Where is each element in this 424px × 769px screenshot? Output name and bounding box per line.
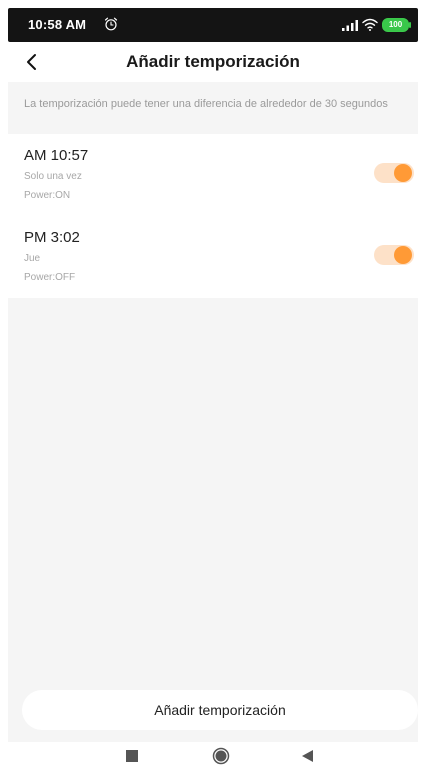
timer-power-action: Power:OFF: [24, 272, 76, 283]
add-timer-button[interactable]: Añadir temporización: [22, 690, 418, 730]
signal-icon: [342, 20, 358, 31]
chevron-left-icon[interactable]: [20, 50, 44, 74]
page-title: Añadir temporización: [126, 52, 300, 71]
alarm-clock-icon: [104, 17, 118, 31]
toggle-knob: [394, 246, 412, 264]
header: Añadir temporización: [8, 42, 418, 82]
battery-level: 100: [388, 20, 403, 29]
toggle-knob: [394, 164, 412, 182]
recent-apps-icon[interactable]: [126, 750, 138, 762]
timer-row[interactable]: PM 3:02 Jue Power:OFF: [8, 216, 418, 298]
timer-list: AM 10:57 Solo una vez Power:ON PM 3:02 J…: [8, 134, 418, 298]
back-icon[interactable]: [300, 749, 314, 763]
timer-enable-toggle[interactable]: [374, 163, 414, 183]
timing-notice: La temporización puede tener una diferen…: [24, 98, 388, 110]
wifi-icon: [362, 18, 378, 31]
timer-time: AM 10:57: [24, 147, 89, 164]
timer-power-action: Power:ON: [24, 190, 71, 201]
navigation-bar: [8, 742, 418, 769]
battery-icon: 100: [382, 18, 412, 32]
timer-repeat: Jue: [24, 253, 41, 264]
status-time: 10:58 AM: [28, 17, 87, 32]
timer-enable-toggle[interactable]: [374, 245, 414, 265]
app-frame: 10:58 AM 100 Añadir temporización La tem…: [0, 0, 424, 769]
home-icon[interactable]: [212, 747, 230, 765]
timer-row[interactable]: AM 10:57 Solo una vez Power:ON: [8, 134, 418, 216]
content-area: La temporización puede tener una diferen…: [8, 82, 418, 742]
timer-time: PM 3:02: [24, 229, 80, 246]
timer-repeat: Solo una vez: [24, 171, 82, 182]
status-bar: 10:58 AM 100: [8, 8, 418, 42]
battery-cap: [409, 22, 411, 28]
